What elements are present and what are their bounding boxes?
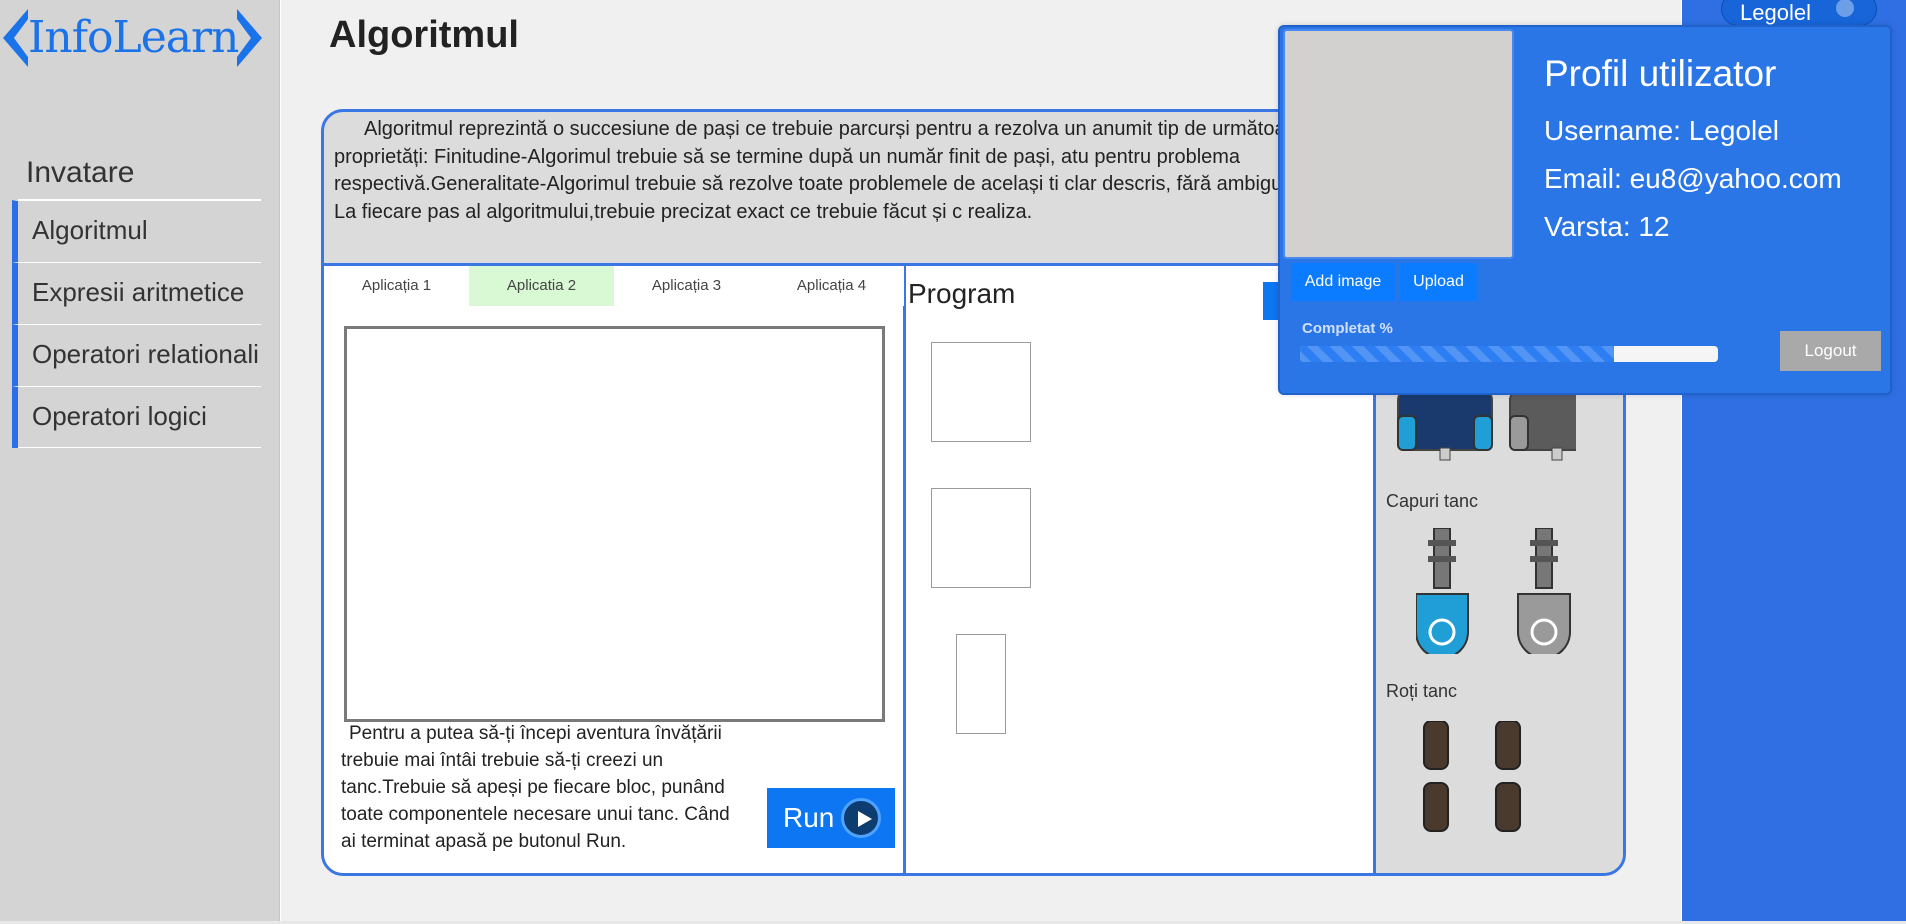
application-panel: Aplicația 1 Aplicatia 2 Aplicația 3 Apli… bbox=[324, 266, 906, 873]
logout-button[interactable]: Logout bbox=[1780, 331, 1881, 371]
tab-aplicatia-3[interactable]: Aplicația 3 bbox=[614, 266, 759, 306]
tab-aplicatia-4[interactable]: Aplicația 4 bbox=[759, 266, 904, 306]
sidebar-item-operatori-relationali[interactable]: Operatori relationali bbox=[12, 324, 261, 386]
profile-title: Profil utilizator bbox=[1544, 53, 1777, 94]
logo-text: InfoLearn bbox=[28, 12, 239, 63]
user-menu-button[interactable]: Legolel bbox=[1721, 0, 1877, 26]
profile-username: Username: Legolel bbox=[1544, 115, 1780, 146]
progress-bar bbox=[1300, 346, 1718, 362]
lesson-intro: Algoritmul reprezintă o succesiune de pa… bbox=[334, 118, 1319, 223]
tank-wheels-b-icon[interactable] bbox=[1495, 721, 1521, 832]
avatar bbox=[1283, 29, 1514, 259]
profile-email: Email: eu8@yahoo.com bbox=[1544, 163, 1842, 194]
heads-label: Capuri tanc bbox=[1386, 491, 1479, 511]
application-instructions: Pentru a putea să-ți începi aventura înv… bbox=[341, 723, 730, 852]
tank-canvas[interactable] bbox=[344, 326, 885, 722]
logo[interactable]: InfoLearn bbox=[0, 6, 265, 70]
divider bbox=[18, 447, 261, 448]
tank-wheels bbox=[1423, 721, 1521, 832]
tab-aplicatia-1[interactable]: Aplicația 1 bbox=[324, 266, 469, 306]
program-slot-body[interactable] bbox=[931, 342, 1031, 442]
tank-wheels-a-icon[interactable] bbox=[1423, 721, 1449, 832]
user-icon bbox=[1836, 0, 1854, 17]
add-image-button[interactable]: Add image bbox=[1291, 263, 1395, 301]
wheels-label: Roți tanc bbox=[1386, 681, 1458, 701]
run-button-label: Run bbox=[783, 802, 835, 833]
program-title: Program bbox=[908, 278, 1016, 309]
profile-popup: Profil utilizator Username: Legolel Emai… bbox=[1278, 25, 1892, 395]
sidebar: InfoLearn Invatare Algoritmul Expresii a… bbox=[0, 0, 280, 921]
sidebar-item-algoritmul[interactable]: Algoritmul bbox=[12, 200, 261, 262]
sidebar-item-operatori-logici[interactable]: Operatori logici bbox=[12, 386, 261, 448]
run-button[interactable]: Run bbox=[767, 788, 895, 848]
program-slot-wheels[interactable] bbox=[956, 634, 1006, 734]
program-slot-head[interactable] bbox=[931, 488, 1031, 588]
tank-head-gray-icon[interactable] bbox=[1517, 528, 1571, 654]
progress-bar-fill bbox=[1300, 346, 1614, 362]
play-icon bbox=[841, 798, 881, 838]
profile-age: Varsta: 12 bbox=[1544, 211, 1670, 242]
application-tabs: Aplicația 1 Aplicatia 2 Aplicația 3 Apli… bbox=[324, 266, 904, 306]
tank-body-blue-icon[interactable] bbox=[1397, 390, 1493, 461]
page-title: Algoritmul bbox=[329, 14, 519, 56]
upload-button[interactable]: Upload bbox=[1400, 263, 1477, 301]
tank-heads bbox=[1416, 528, 1571, 654]
tank-head-blue-icon[interactable] bbox=[1416, 528, 1469, 654]
user-name: Legolel bbox=[1740, 0, 1811, 25]
tank-bodies bbox=[1397, 390, 1576, 461]
sidebar-section-title: Invatare bbox=[26, 156, 135, 189]
progress-label: Completat % bbox=[1302, 320, 1393, 337]
tab-aplicatia-2[interactable]: Aplicatia 2 bbox=[469, 266, 614, 306]
sidebar-item-expresii-aritmetice[interactable]: Expresii aritmetice bbox=[12, 262, 261, 324]
tank-body-gray-icon[interactable] bbox=[1509, 390, 1576, 461]
